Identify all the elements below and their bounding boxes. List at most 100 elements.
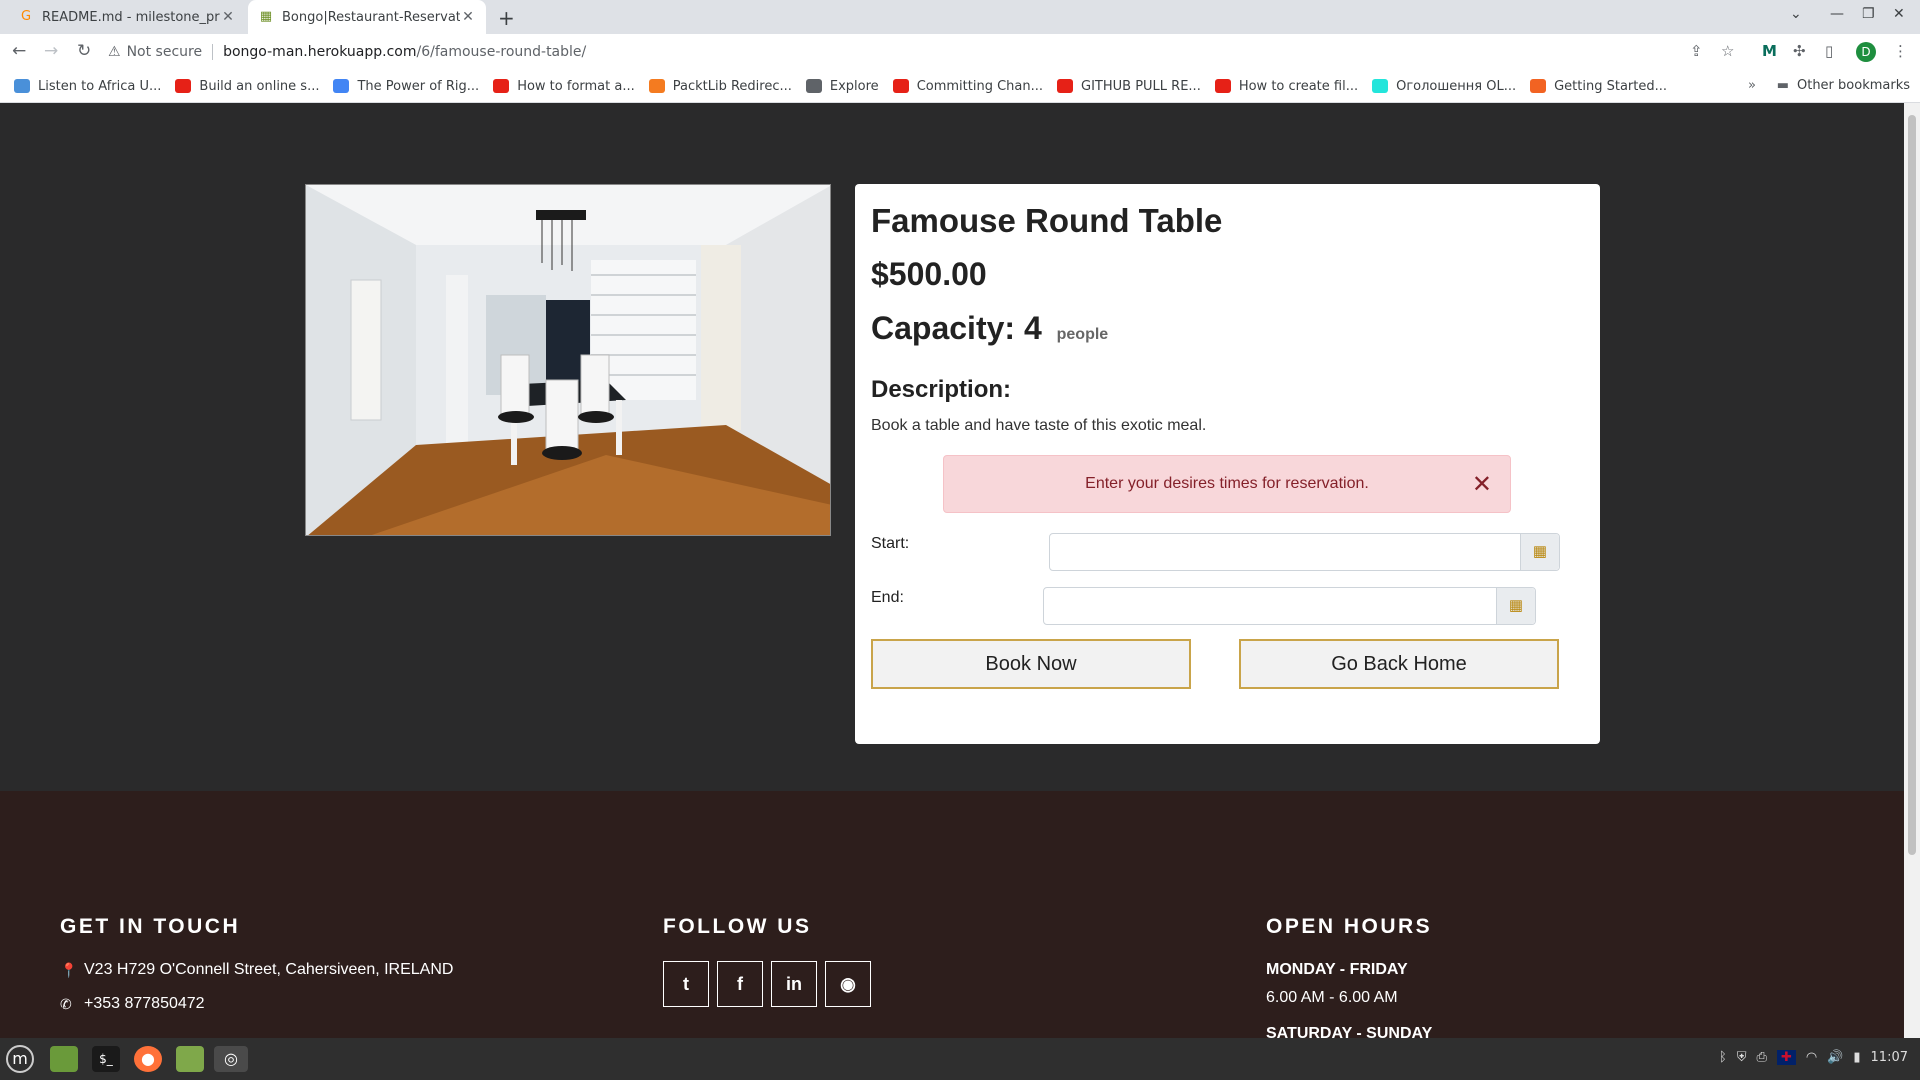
contact-section: GET IN TOUCH 📍 V23 H729 O'Connell Street… xyxy=(60,915,453,1029)
calendar-icon[interactable]: ▦ xyxy=(1520,534,1559,570)
wifi-icon[interactable]: ◠ xyxy=(1806,1050,1817,1065)
tab-bongo[interactable]: ▦ Bongo|Restaurant-Reservatio ✕ xyxy=(248,0,486,34)
end-label: End: xyxy=(871,589,904,606)
menu-icon[interactable]: ⋮ xyxy=(1893,42,1908,60)
puzzle-icon[interactable]: ✣ xyxy=(1793,42,1806,60)
battery-icon[interactable]: ▮ xyxy=(1853,1050,1860,1065)
bookmark-label: PacktLib Redirec... xyxy=(672,78,792,94)
chrome-icon[interactable]: ◎ xyxy=(214,1046,248,1072)
bookmark-label: The Power of Rig... xyxy=(357,78,480,94)
close-icon[interactable]: ✕ xyxy=(1472,470,1492,499)
bookmark-item[interactable]: GITHUB PULL RE... xyxy=(1057,79,1201,94)
tab-title: Bongo|Restaurant-Reservatio xyxy=(282,9,460,25)
bookmark-label: Explore xyxy=(829,78,879,94)
url-host: bongo-man.herokuapp.com xyxy=(223,44,417,60)
close-icon[interactable]: ✕ xyxy=(460,9,476,25)
forward-icon[interactable]: → xyxy=(44,41,58,61)
facebook-icon[interactable]: f xyxy=(717,961,763,1007)
divider xyxy=(212,44,214,60)
bluetooth-icon[interactable]: ᛒ xyxy=(1719,1050,1727,1065)
bookmark-item[interactable]: Getting Started... xyxy=(1530,79,1667,94)
reservation-alert: Enter your desires times for reservation… xyxy=(943,455,1511,513)
terminal-icon[interactable]: $_ xyxy=(92,1046,120,1072)
reload-icon[interactable]: ↻ xyxy=(77,41,91,61)
files-icon[interactable] xyxy=(176,1046,204,1072)
share-icon[interactable]: ⇪ xyxy=(1690,42,1703,60)
system-tray: ᛒ ⛨ ⎙ ✚ ◠ 🔊 ▮ 11:07 xyxy=(1719,1050,1908,1065)
site-favicon-icon: ▦ xyxy=(259,9,273,24)
bookmark-item[interactable]: Committing Chan... xyxy=(892,79,1043,94)
bookmark-item[interactable]: The Power of Rig... xyxy=(333,79,479,94)
getting-started-icon xyxy=(1530,79,1547,93)
address-line: 📍 V23 H729 O'Connell Street, Cahersiveen… xyxy=(60,961,453,979)
github-icon[interactable]: ◉ xyxy=(825,961,871,1007)
page-scrollbar[interactable] xyxy=(1904,103,1920,1038)
hours-heading: OPEN HOURS xyxy=(1266,915,1433,938)
clock[interactable]: 11:07 xyxy=(1871,1050,1908,1065)
table-capacity: Capacity: 4 people xyxy=(871,310,1108,347)
page-content: Famouse Round Table $500.00 Capacity: 4 … xyxy=(0,103,1904,1038)
tab-search-icon[interactable]: ⌄ xyxy=(1790,6,1802,22)
other-bookmarks[interactable]: ▬ Other bookmarks xyxy=(1777,78,1910,93)
show-desktop-icon[interactable] xyxy=(50,1046,78,1072)
start-datetime-input[interactable]: ▦ xyxy=(1049,533,1560,571)
tab-readme[interactable]: G README.md - milestone_proj ✕ xyxy=(8,0,246,34)
back-icon[interactable]: ← xyxy=(12,41,26,61)
footer: GET IN TOUCH 📍 V23 H729 O'Connell Street… xyxy=(0,791,1904,1038)
olx-icon xyxy=(1372,79,1389,93)
m-icon xyxy=(14,79,30,93)
youtube-icon xyxy=(1057,79,1074,93)
bookmark-item[interactable]: Explore xyxy=(805,78,879,94)
extension-m-icon[interactable]: M xyxy=(1762,42,1777,60)
twitter-icon[interactable]: t xyxy=(663,961,709,1007)
bookmark-item[interactable]: How to format a... xyxy=(493,79,635,94)
bookmark-item[interactable]: Build an online s... xyxy=(175,79,319,94)
uk-flag-icon[interactable]: ✚ xyxy=(1776,1050,1796,1065)
bookmark-item[interactable]: Listen to Africa U... xyxy=(14,79,161,94)
volume-icon[interactable]: 🔊 xyxy=(1827,1050,1843,1065)
capacity-value: Capacity: 4 xyxy=(871,310,1042,346)
phone-icon: ✆ xyxy=(60,995,72,1012)
side-panel-icon[interactable]: ▯ xyxy=(1825,42,1833,60)
go-back-home-button[interactable]: Go Back Home xyxy=(1239,639,1559,689)
address-text: V23 H729 O'Connell Street, Cahersiveen, … xyxy=(84,961,454,978)
google-icon xyxy=(333,79,350,93)
bookmark-item[interactable]: Оголошення OL... xyxy=(1372,79,1516,94)
more-bookmarks-icon[interactable]: » xyxy=(1748,78,1756,93)
avatar[interactable]: D xyxy=(1856,42,1876,62)
menu-launcher-icon[interactable]: m xyxy=(6,1045,34,1073)
youtube-icon xyxy=(1214,79,1231,93)
bookmark-label: How to format a... xyxy=(517,78,635,94)
bookmark-item[interactable]: PacktLib Redirec... xyxy=(648,78,792,94)
restore-icon[interactable]: ❐ xyxy=(1862,6,1875,22)
linkedin-icon[interactable]: in xyxy=(771,961,817,1007)
calendar-icon[interactable]: ▦ xyxy=(1496,588,1535,624)
alert-message: Enter your desires times for reservation… xyxy=(1085,475,1369,492)
bookmark-label: Getting Started... xyxy=(1554,78,1668,94)
close-icon[interactable]: ✕ xyxy=(220,9,236,25)
gitpod-icon: G xyxy=(20,9,32,24)
warning-icon: ⚠ xyxy=(108,44,121,60)
close-window-icon[interactable]: ✕ xyxy=(1893,6,1905,22)
star-icon[interactable]: ☆ xyxy=(1721,42,1734,60)
globe-icon xyxy=(805,79,822,93)
weekday-label: MONDAY - FRIDAY xyxy=(1266,961,1408,978)
bookmark-item[interactable]: How to create fil... xyxy=(1214,78,1359,94)
map-pin-icon: 📍 xyxy=(60,961,78,978)
phone-text: +353 877850472 xyxy=(84,995,205,1012)
table-price: $500.00 xyxy=(871,256,987,292)
firefox-icon[interactable]: ● xyxy=(134,1046,162,1072)
address-bar[interactable]: ⚠ Not secure bongo-man.herokuapp.com /6/… xyxy=(108,38,1768,66)
scrollbar-thumb[interactable] xyxy=(1908,115,1916,855)
follow-heading: FOLLOW US xyxy=(663,915,812,938)
minimize-icon[interactable]: — xyxy=(1830,6,1844,22)
bookmark-label: How to create fil... xyxy=(1238,78,1359,94)
end-datetime-input[interactable]: ▦ xyxy=(1043,587,1536,625)
packt-icon xyxy=(648,79,665,93)
book-now-button[interactable]: Book Now xyxy=(871,639,1191,689)
new-tab-button[interactable]: + xyxy=(498,6,515,30)
printer-icon[interactable]: ⎙ xyxy=(1757,1050,1767,1065)
bookmark-label: Build an online s... xyxy=(199,78,320,94)
shield-icon[interactable]: ⛨ xyxy=(1737,1050,1747,1065)
capacity-unit: people xyxy=(1056,326,1109,343)
